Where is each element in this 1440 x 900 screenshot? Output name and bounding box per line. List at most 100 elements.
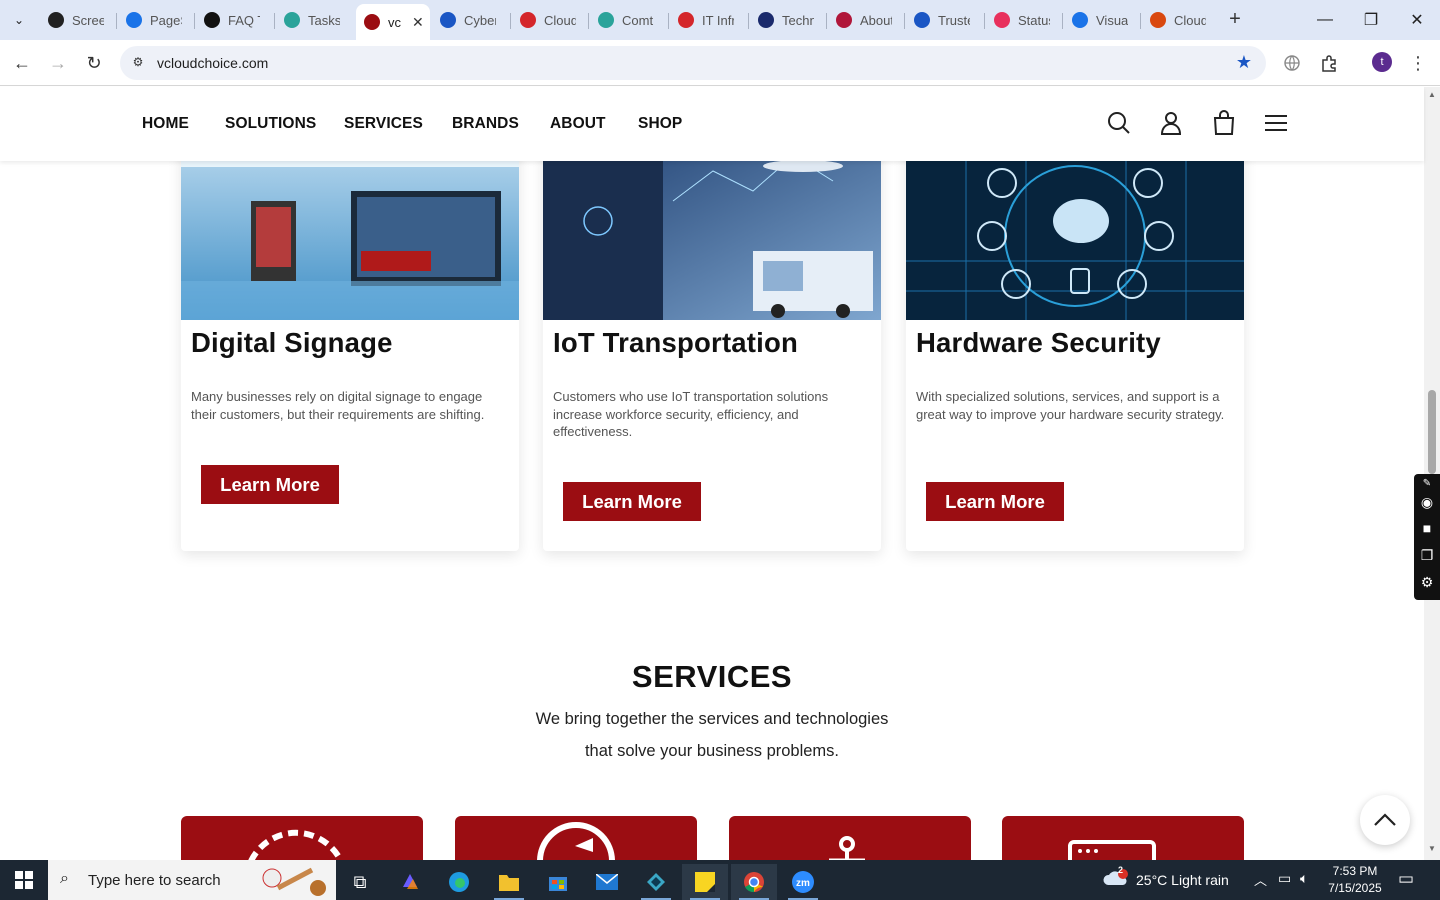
browser-tab[interactable]: Techn (750, 6, 820, 34)
copilot-icon[interactable] (387, 864, 433, 900)
app-diamond-icon[interactable] (633, 864, 679, 900)
tab-separator (668, 13, 669, 29)
scroll-up-arrow-icon[interactable]: ▲ (1427, 90, 1437, 100)
browser-tab[interactable]: Comt (590, 6, 660, 34)
video-camera-icon[interactable]: ■ (1419, 520, 1435, 536)
tab-title: vc (388, 14, 401, 30)
learn-more-button[interactable]: Learn More (201, 465, 339, 504)
nav-services[interactable]: SERVICES (344, 115, 423, 133)
nav-shop[interactable]: SHOP (638, 115, 682, 133)
faq-icon (204, 12, 220, 28)
nav-home[interactable]: HOME (142, 115, 189, 133)
tab-title: Cyber (464, 12, 496, 28)
close-window-icon[interactable]: ✕ (1394, 0, 1440, 40)
browser-tab[interactable]: vc ✕ (356, 4, 430, 40)
browser-tab[interactable]: Tasks (276, 6, 346, 34)
chevron-up-icon (1374, 813, 1396, 826)
pagespeed-icon (126, 12, 142, 28)
chrome-icon[interactable] (731, 864, 777, 900)
url-text[interactable]: vcloudchoice.com (157, 55, 268, 71)
site-settings-icon[interactable]: ⚙ (130, 55, 146, 71)
minimize-icon[interactable]: — (1302, 0, 1348, 40)
browser-tab[interactable]: FAQ T (196, 6, 266, 34)
browser-tab[interactable]: Status (986, 6, 1056, 34)
tab-separator (748, 13, 749, 29)
system-clock[interactable]: 7:53 PM 7/15/2025 (1320, 863, 1390, 897)
tray-overflow-chevron-icon[interactable]: ︿ (1254, 870, 1267, 889)
person-icon (829, 836, 865, 860)
sticky-notes-icon[interactable] (682, 864, 728, 900)
back-to-top-button[interactable] (1360, 795, 1410, 845)
tab-separator (274, 13, 275, 29)
browser-tab[interactable]: IT Infr (670, 6, 740, 34)
weather-text[interactable]: 25°C Light rain (1136, 872, 1229, 888)
settings-gear-icon[interactable]: ⚙ (1419, 574, 1435, 590)
translate-icon[interactable] (1280, 51, 1304, 75)
clock-date: 7/15/2025 (1328, 881, 1382, 895)
start-button[interactable] (0, 860, 48, 900)
profile-avatar[interactable]: t (1372, 52, 1392, 72)
browser-tab[interactable]: PageS (118, 6, 188, 34)
address-bar[interactable]: ⚙ vcloudchoice.com ★ (120, 46, 1266, 80)
browser-tab[interactable]: Cloud (1142, 6, 1212, 34)
visual-icon (1072, 12, 1088, 28)
account-icon[interactable] (1157, 109, 1185, 137)
scroll-down-arrow-icon[interactable]: ▼ (1427, 844, 1437, 854)
edge-icon[interactable] (436, 864, 482, 900)
menu-kebab-icon[interactable]: ⋮ (1406, 51, 1430, 75)
browser-tab[interactable]: Truste (906, 6, 976, 34)
close-tab-icon[interactable]: ✕ (412, 14, 424, 31)
browser-tab[interactable]: Cloud (512, 6, 582, 34)
taskbar-search[interactable]: ⌕ Type here to search (48, 860, 336, 900)
search-highlight-baseball-icon (262, 867, 326, 896)
back-icon[interactable]: ← (8, 49, 36, 77)
notification-center-icon[interactable]: ▭ (1398, 869, 1414, 889)
hamburger-menu-icon[interactable] (1262, 109, 1290, 137)
browser-tab[interactable]: Screen (40, 6, 110, 34)
browser-tab[interactable]: Visual (1064, 6, 1134, 34)
new-tab-button[interactable]: + (1222, 8, 1248, 32)
card-iot-transportation: IoT Transportation Customers who use IoT… (543, 161, 881, 551)
forward-icon[interactable]: → (44, 49, 72, 77)
tab-separator (588, 13, 589, 29)
tab-search-chevron-icon[interactable]: ⌄ (6, 8, 32, 32)
nav-solutions[interactable]: SOLUTIONS (225, 115, 316, 133)
nav-brands[interactable]: BRANDS (452, 115, 519, 133)
service-card-4[interactable] (1002, 816, 1244, 860)
about-icon (836, 12, 852, 28)
bookmark-star-icon[interactable]: ★ (1236, 52, 1252, 73)
nav-about[interactable]: ABOUT (550, 115, 606, 133)
window-capture-icon[interactable]: ❐ (1419, 547, 1435, 563)
tab-title: About (860, 12, 892, 28)
tab-title: PageS (150, 12, 182, 28)
task-view-icon[interactable]: ⧉ (337, 864, 383, 900)
iot-transportation-image (543, 161, 881, 320)
browser-tab[interactable]: Cyber (432, 6, 502, 34)
service-card-1[interactable] (181, 816, 423, 860)
network-icon[interactable]: ▭ (1278, 870, 1291, 887)
browser-tab[interactable]: About (828, 6, 898, 34)
camera-icon[interactable]: ◉ (1419, 494, 1435, 510)
store-icon[interactable] (535, 864, 581, 900)
services-subtitle-line2: that solve your business problems. (584, 742, 840, 760)
learn-more-button[interactable]: Learn More (563, 482, 701, 521)
volume-icon[interactable]: 🔈︎ (1300, 870, 1308, 887)
search-icon[interactable] (1105, 109, 1133, 137)
service-card-2[interactable] (455, 816, 697, 860)
tab-title: Status (1018, 12, 1050, 28)
windows-logo-icon (15, 871, 33, 889)
mail-icon[interactable] (584, 864, 630, 900)
scroll-thumb[interactable] (1428, 390, 1436, 474)
service-card-3[interactable] (729, 816, 971, 860)
file-explorer-icon[interactable] (486, 864, 532, 900)
shopping-bag-icon[interactable] (1210, 109, 1238, 137)
learn-more-button[interactable]: Learn More (926, 482, 1064, 521)
cloud-shield-icon (520, 12, 536, 28)
extensions-icon[interactable] (1317, 51, 1341, 75)
weather-rain-cloud-icon[interactable] (1102, 869, 1132, 891)
reload-icon[interactable]: ↻ (80, 49, 108, 77)
capture-edit-icon[interactable]: ✎ (1419, 476, 1435, 492)
zoom-icon[interactable]: zm (780, 864, 826, 900)
restore-icon[interactable]: ❐ (1348, 0, 1394, 40)
tasks-icon (284, 12, 300, 28)
